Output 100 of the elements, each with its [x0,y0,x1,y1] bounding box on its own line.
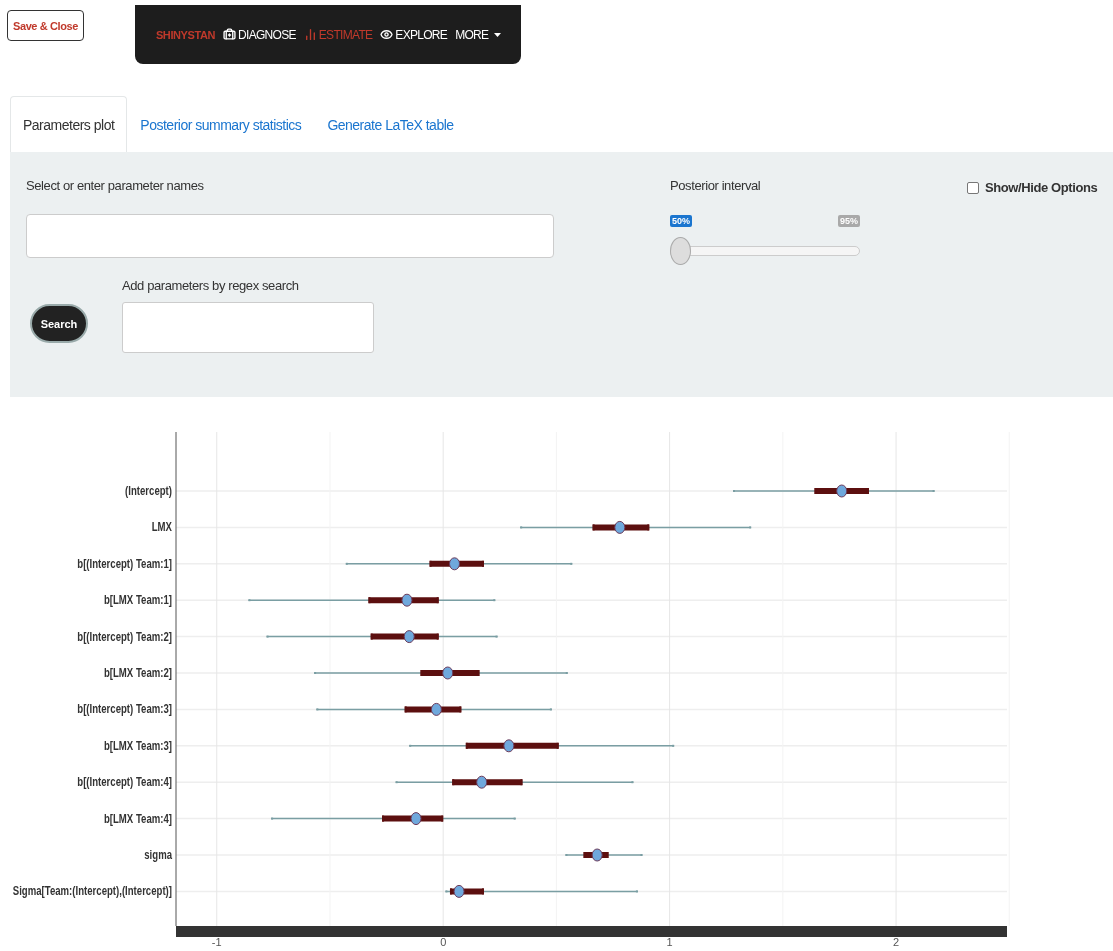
field-label: Posterior interval [670,178,762,193]
inner-interval-bar [592,524,650,531]
interval-end [513,817,516,820]
interval-end [606,852,609,858]
checkbox[interactable] [967,181,979,194]
medkit-icon [223,28,237,41]
inner-interval-bar [382,815,444,822]
bar-chart-icon [303,28,317,41]
interval-end [481,888,484,895]
parameter-label: b[(Intercept) Team:4] [77,775,172,789]
interval-end [271,817,274,820]
caret-icon [494,32,502,37]
interval-end [495,635,498,638]
inner-interval-bar [429,560,484,567]
parameter-input[interactable] [26,214,554,258]
interval-end [441,815,444,822]
interval-end [404,706,407,713]
median-point [430,702,442,716]
median-point [503,739,515,753]
regex-input[interactable] [122,302,374,353]
slider[interactable] [670,237,860,265]
median-point [453,884,465,898]
inner-interval-bar [404,706,462,713]
interval-end [248,599,251,602]
tab[interactable]: Parameters plot [10,96,128,152]
parameter-label: b[LMX Team:3] [103,738,172,752]
parameter-label: Sigma[Team:(Intercept),(Intercept)] [12,884,172,898]
interval-end [436,633,439,640]
interval-end [382,815,385,822]
interval-end [436,597,439,604]
tick-label: -1 [211,936,222,948]
parameter-label: b[LMX Team:1] [103,593,172,607]
checkbox-label: Show/Hide Options [985,180,1098,195]
interval-end [866,488,869,494]
interval-end [370,633,373,640]
interval-end [266,635,269,638]
nav-link[interactable]: DIAGNOSE [223,27,296,42]
parameter-label: b[LMX Team:4] [103,811,172,825]
interval-end [631,781,634,784]
interval-end [477,670,480,676]
median-point [476,775,488,789]
interval-end [409,744,412,747]
nav-link[interactable]: EXPLORE [380,27,448,42]
inner-interval-bar [450,888,484,895]
median-point [410,812,422,826]
median-point [591,848,603,862]
field-label: Add parameters by regex search [122,278,300,293]
tick-label: 2 [893,936,900,948]
inner-interval-bar [368,597,439,604]
interval-end [520,779,523,786]
inner-interval-bar [420,670,480,676]
interval-end [549,708,552,711]
interval-end [465,742,468,749]
parameter-label: (Intercept) [125,483,172,498]
interval-end [395,781,398,784]
interval-end [316,708,319,711]
interval-end [368,597,371,604]
interval-end [493,599,496,602]
tick-label: 0 [440,936,447,948]
inner-interval-bar [452,779,523,786]
more-menu[interactable]: MORE [455,27,502,42]
interval-end [592,524,595,531]
median-point [614,520,626,534]
inner-interval-bar [370,633,439,640]
tick-label: 1 [666,936,673,948]
save-close-button[interactable]: Save & Close [7,10,84,41]
search-button[interactable]: Search [30,304,88,343]
interval-end [481,560,484,567]
interval-end [459,706,462,713]
field-label: Select or enter parameter names [26,178,205,193]
inner-interval-bar [583,852,609,858]
interval-end [647,524,650,531]
median-point [442,666,454,680]
interval-end [672,744,675,747]
interval-end [583,852,586,858]
interval-end [814,488,817,494]
median-point [401,593,413,607]
interval-end [420,670,423,676]
median-point [836,484,848,498]
interval-end [429,560,432,567]
parameter-label: LMX [151,520,172,534]
eye-icon [380,28,394,41]
interval-end [345,562,348,565]
interval-end [520,526,523,529]
interval-end [570,562,573,565]
interval-end [556,742,559,749]
median-point [403,630,415,644]
parameter-label: b[(Intercept) Team:3] [77,702,172,716]
slider-max-label: 95% [838,215,860,227]
interval-end [749,526,752,529]
inner-interval-bar [814,488,869,494]
parameter-label: sigma [144,847,172,862]
median-point [449,557,460,571]
interval-end [635,890,638,893]
parameter-label: b[LMX Team:2] [103,665,172,680]
parameter-label: b[(Intercept) Team:2] [77,629,172,643]
slider-thumb[interactable] [670,237,691,265]
slider-value: 50% [670,215,692,227]
interval-end [452,779,455,786]
parameter-label: b[(Intercept) Team:1] [77,556,172,570]
